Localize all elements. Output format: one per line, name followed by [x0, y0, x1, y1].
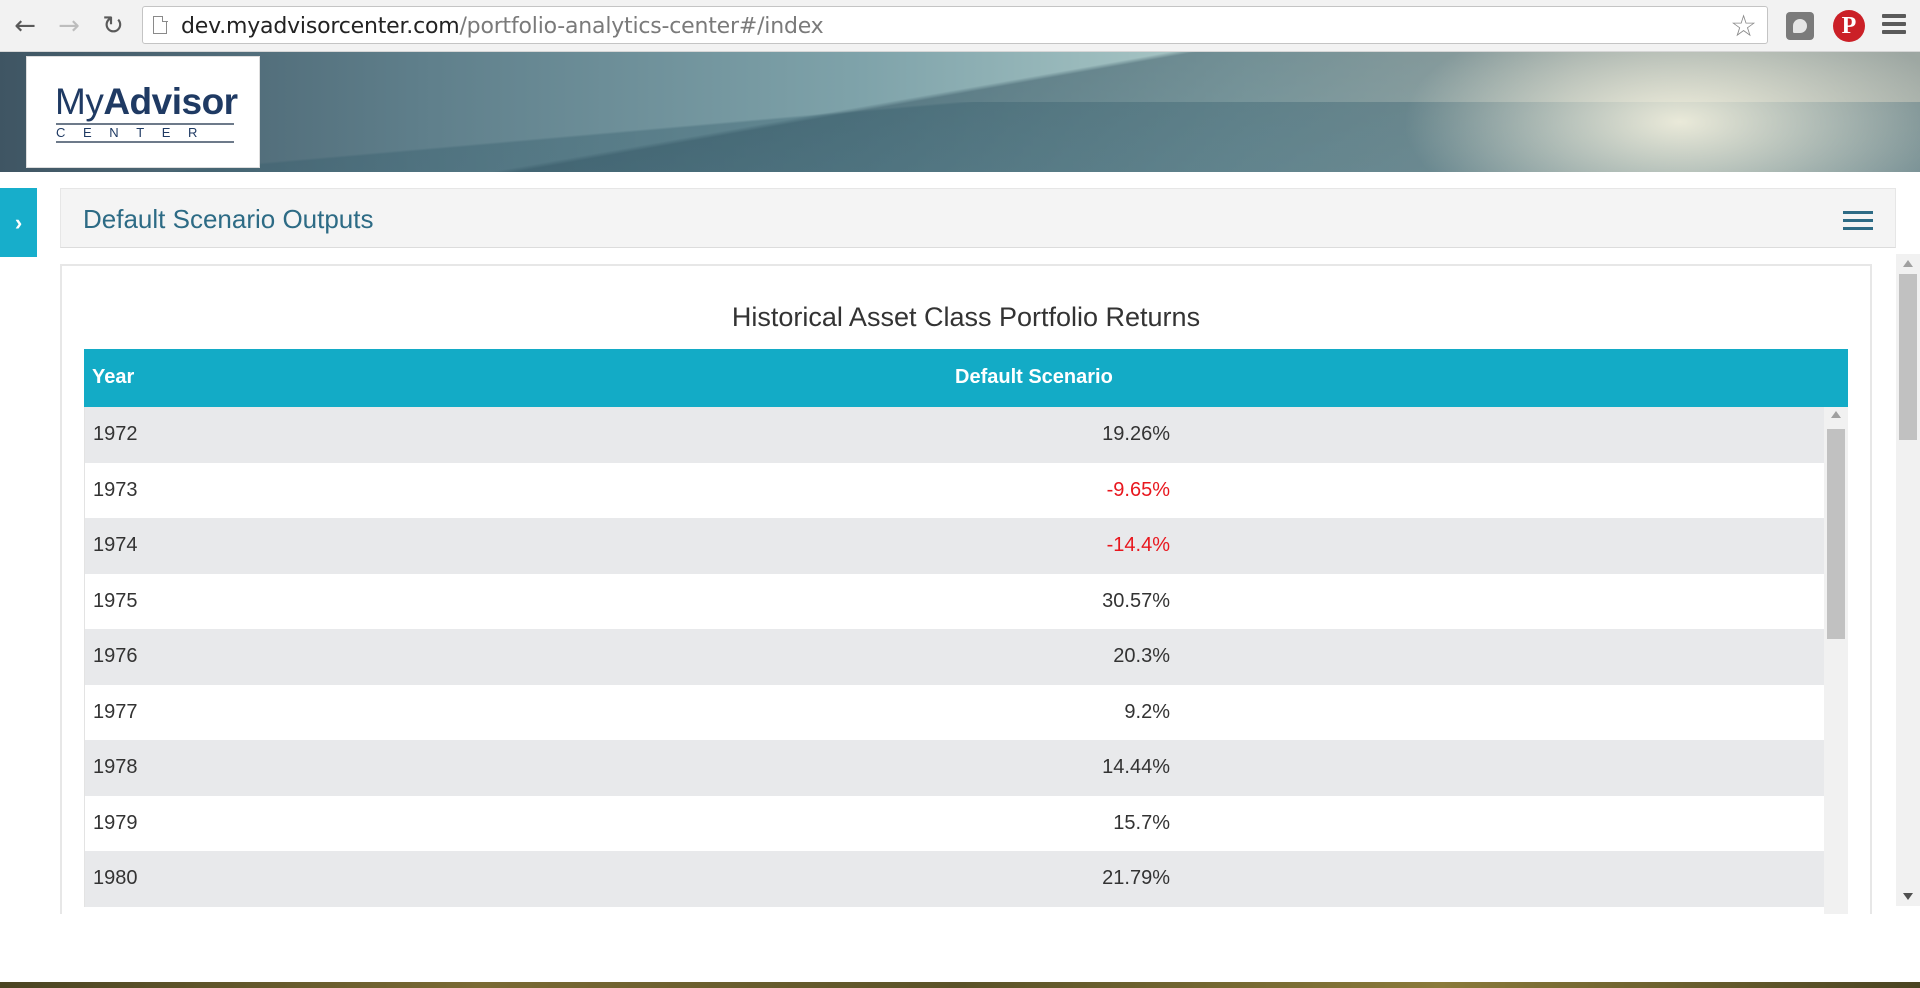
cell-return: -14.4%	[1106, 534, 1170, 556]
table-header: Year Default Scenario	[84, 349, 1848, 407]
table-row: 1980 21.79%	[84, 851, 1824, 907]
browser-toolbar: ← → ↻ dev.myadvisorcenter.com/portfolio-…	[0, 0, 1920, 52]
address-bar[interactable]: dev.myadvisorcenter.com/portfolio-analyt…	[142, 6, 1768, 44]
cell-year: 1980	[93, 867, 138, 889]
browser-menu-icon[interactable]	[1882, 14, 1906, 36]
panel-body: Historical Asset Class Portfolio Returns…	[60, 264, 1872, 914]
cell-year: 1976	[93, 645, 138, 667]
url-host: dev.myadvisorcenter.com	[181, 14, 460, 39]
cell-year: 1974	[93, 534, 138, 556]
panel-title: Default Scenario Outputs	[83, 204, 374, 234]
page-scrollbar[interactable]	[1896, 254, 1920, 906]
cell-return: 19.26%	[1102, 423, 1170, 445]
cell-return: 21.79%	[1102, 867, 1170, 889]
table-row: 1976 20.3%	[84, 629, 1824, 685]
logo-center: CENTER	[56, 125, 216, 140]
cell-return: 30.57%	[1102, 589, 1170, 612]
cell-return: -9.65%	[1106, 478, 1170, 501]
cell-year: 1972	[93, 423, 138, 445]
pinterest-icon[interactable]: P	[1833, 10, 1865, 42]
page-scrollbar-thumb[interactable]	[1899, 274, 1917, 440]
table-row: 1975 30.57%	[84, 573, 1824, 629]
table-row: 1974 -14.4%	[84, 518, 1824, 574]
forward-arrow-icon[interactable]: →	[52, 10, 86, 42]
cell-year: 1978	[93, 756, 138, 778]
table-row: 1979 15.7%	[84, 795, 1824, 851]
cell-year: 1977	[93, 700, 138, 723]
logo-rule-bottom	[56, 141, 234, 143]
logo-my: My	[55, 81, 104, 122]
table-body: 1972 19.26% 1973 -9.65% 1974 -14.4% 1975 30.…	[84, 407, 1824, 914]
url-path: /portfolio-analytics-center#/index	[459, 14, 824, 39]
chevron-right-icon: ›	[14, 209, 23, 235]
panel-header: Default Scenario Outputs	[60, 188, 1896, 248]
page-scroll-down-arrow-icon[interactable]	[1903, 893, 1913, 900]
column-header-year[interactable]: Year	[92, 366, 134, 389]
scroll-up-arrow-icon[interactable]	[1831, 411, 1841, 418]
table-row: 1978 14.44%	[84, 740, 1824, 796]
table-row: 1972 19.26%	[84, 407, 1824, 463]
header-banner	[0, 52, 1920, 172]
page-scroll-up-arrow-icon[interactable]	[1903, 260, 1913, 267]
taskbar-edge	[0, 982, 1920, 988]
cell-return: 9.2%	[1124, 700, 1170, 723]
logo-advisor: Advisor	[103, 81, 238, 122]
extension-icon[interactable]	[1786, 12, 1814, 40]
cell-return: 14.44%	[1102, 756, 1170, 778]
column-header-default-scenario[interactable]: Default Scenario	[955, 366, 1113, 389]
table-row: 1973 -9.65%	[84, 462, 1824, 518]
back-arrow-icon[interactable]: ←	[8, 10, 42, 42]
cell-return: 20.3%	[1113, 645, 1170, 667]
table-scrollbar-thumb[interactable]	[1827, 429, 1845, 639]
cell-year: 1975	[93, 589, 138, 612]
myadvisor-logo[interactable]: MyAdvisor CENTER	[26, 56, 260, 168]
bookmark-star-icon[interactable]: ☆	[1730, 9, 1757, 44]
url-text[interactable]: dev.myadvisorcenter.com/portfolio-analyt…	[181, 14, 824, 39]
sidebar-toggle-button[interactable]: ›	[0, 188, 37, 257]
logo-wordmark: MyAdvisor	[55, 83, 238, 120]
page-icon	[153, 15, 168, 34]
table-title: Historical Asset Class Portfolio Returns	[731, 302, 1201, 332]
table-scrollbar[interactable]	[1824, 407, 1848, 914]
table-row: 1977 9.2%	[84, 684, 1824, 740]
reload-icon[interactable]: ↻	[96, 10, 130, 42]
cell-return: 15.7%	[1113, 811, 1170, 834]
cell-year: 1973	[93, 478, 138, 501]
panel-menu-icon[interactable]	[1843, 211, 1873, 233]
cell-year: 1979	[93, 811, 138, 834]
